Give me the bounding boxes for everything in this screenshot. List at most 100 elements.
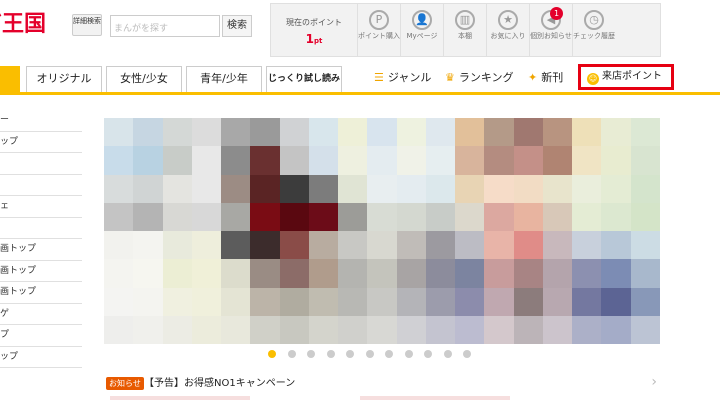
- sidebar-item[interactable]: [0, 153, 82, 175]
- points-number: 1: [305, 32, 314, 46]
- banner-mosaic-tile: [308, 287, 339, 316]
- banner-mosaic-tile: [133, 231, 163, 260]
- toolbar-user-button[interactable]: 👤 Myページ: [400, 4, 443, 56]
- toolbar-speaker-button[interactable]: ◀ 個別お知らせ 1: [529, 4, 572, 56]
- banner-mosaic-tile: [484, 315, 514, 344]
- new-tag-icon: ✦: [528, 71, 538, 84]
- toolbar-star-button[interactable]: ★ お気に入り: [486, 4, 529, 56]
- news-tag: お知らせ: [106, 377, 144, 390]
- banner-mosaic-tile: [455, 259, 485, 288]
- detail-search-button[interactable]: 詳細検索: [72, 14, 102, 36]
- sidebar-item[interactable]: ップ: [0, 132, 82, 153]
- banner-mosaic-tile: [104, 287, 134, 316]
- banner-mosaic-tile: [513, 118, 543, 147]
- banner-mosaic-tile: [162, 202, 192, 231]
- banner-mosaic-tile: [542, 259, 573, 288]
- star-icon: ★: [498, 10, 518, 30]
- banner-mosaic-tile: [572, 315, 602, 344]
- sidebar-item[interactable]: ゲ: [0, 304, 82, 325]
- banner-mosaic-tile: [601, 174, 631, 203]
- sidebar-item[interactable]: プ: [0, 325, 82, 347]
- chevron-right-icon: ›: [651, 374, 657, 390]
- banner-mosaic-tile: [250, 118, 280, 147]
- banner-mosaic-tile: [367, 118, 397, 147]
- carousel-dot[interactable]: [307, 350, 315, 358]
- banner-mosaic-tile: [367, 287, 397, 316]
- carousel-dot[interactable]: [365, 350, 374, 358]
- site-logo[interactable]: ガ王国: [0, 8, 60, 42]
- carousel-dot[interactable]: [463, 350, 471, 358]
- carousel-dot[interactable]: [385, 350, 393, 358]
- banner-mosaic-tile: [572, 146, 602, 175]
- banner-mosaic-tile: [308, 118, 339, 147]
- banner-mosaic-tile: [162, 174, 192, 203]
- sidebar-item[interactable]: ェ: [0, 196, 82, 218]
- banner-mosaic-tile: [513, 315, 543, 344]
- banner-mosaic-tile: [191, 146, 222, 175]
- carousel-dot[interactable]: [268, 350, 276, 358]
- search-button[interactable]: 検索: [222, 15, 252, 37]
- banner-mosaic-tile: [104, 146, 134, 175]
- carousel-dot[interactable]: [287, 350, 296, 358]
- toolbar-label: お気に入り: [490, 32, 526, 40]
- banner-mosaic-tile: [133, 259, 163, 288]
- tab-home[interactable]: [0, 66, 20, 92]
- banner-mosaic-tile: [162, 287, 192, 316]
- search-input[interactable]: まんがを探す: [110, 15, 220, 37]
- toolbar-bookshelf-button[interactable]: ▥ 本棚: [443, 4, 486, 56]
- banner-mosaic-tile: [367, 146, 397, 175]
- nav-ranking[interactable]: ♛ ランキング: [445, 70, 514, 86]
- tab-trial-read[interactable]: じっくり試し読み: [266, 66, 342, 92]
- tab-original[interactable]: オリジナル: [26, 66, 102, 92]
- carousel-dot[interactable]: [326, 350, 335, 358]
- banner-mosaic-tile: [484, 287, 514, 316]
- banner-mosaic-tile: [572, 118, 602, 147]
- sidebar-item[interactable]: 画トップ: [0, 261, 82, 282]
- toolbar-clock-button[interactable]: ◷ チェック履歴: [572, 4, 615, 56]
- banner-mosaic-tile: [338, 259, 368, 288]
- banner-mosaic-tile: [396, 146, 426, 175]
- banner-mosaic-tile: [279, 202, 309, 231]
- carousel-dot[interactable]: [404, 350, 413, 358]
- tab-male[interactable]: 青年/少年: [186, 66, 262, 92]
- banner-mosaic-tile: [221, 315, 251, 344]
- notification-badge: 1: [550, 7, 563, 20]
- news-item[interactable]: お知らせ 【予告】お得感NO1キャンペーン ›: [104, 372, 660, 397]
- banner-mosaic-tile: [455, 231, 485, 260]
- banner-mosaic-tile: [279, 231, 309, 260]
- banner-mosaic-tile: [542, 146, 573, 175]
- banner-mosaic-tile: [455, 118, 485, 147]
- sidebar-item[interactable]: [0, 175, 82, 196]
- carousel-banner[interactable]: [104, 118, 660, 344]
- carousel-dot[interactable]: [443, 350, 452, 358]
- nav-new-releases[interactable]: ✦ 新刊: [528, 70, 563, 86]
- banner-mosaic-tile: [279, 118, 309, 147]
- visit-points-button[interactable]: ☺ 来店ポイント: [578, 64, 674, 90]
- crown-icon: ♛: [445, 71, 455, 84]
- banner-mosaic-tile: [367, 315, 397, 344]
- tab-female[interactable]: 女性/少女: [106, 66, 182, 92]
- nav-divider: [0, 92, 720, 95]
- banner-mosaic-tile: [630, 202, 660, 231]
- carousel-dot[interactable]: [346, 350, 354, 358]
- banner-mosaic-tile: [484, 202, 514, 231]
- carousel-dot[interactable]: [424, 350, 432, 358]
- nav-genre[interactable]: ☰ ジャンル: [374, 70, 431, 86]
- banner-mosaic-tile: [221, 146, 251, 175]
- sidebar-item[interactable]: 画トップ: [0, 282, 82, 304]
- toolbar-coin-p-button[interactable]: P ポイント購入: [357, 4, 400, 56]
- banner-mosaic-tile: [104, 315, 134, 344]
- sidebar-item[interactable]: [0, 218, 82, 239]
- banner-mosaic-tile: [104, 118, 134, 147]
- banner-mosaic-tile: [221, 202, 251, 231]
- sidebar-item[interactable]: ップ: [0, 347, 82, 368]
- toolbar-label: 個別お知らせ: [530, 32, 572, 40]
- banner-mosaic-tile: [279, 315, 309, 344]
- banner-mosaic-tile: [396, 118, 426, 147]
- sidebar-item[interactable]: ー: [0, 110, 82, 132]
- banner-mosaic-tile: [367, 174, 397, 203]
- banner-mosaic-tile: [542, 174, 573, 203]
- sidebar-item[interactable]: 画トップ: [0, 239, 82, 261]
- banner-mosaic-tile: [630, 259, 660, 288]
- banner-mosaic-tile: [425, 146, 456, 175]
